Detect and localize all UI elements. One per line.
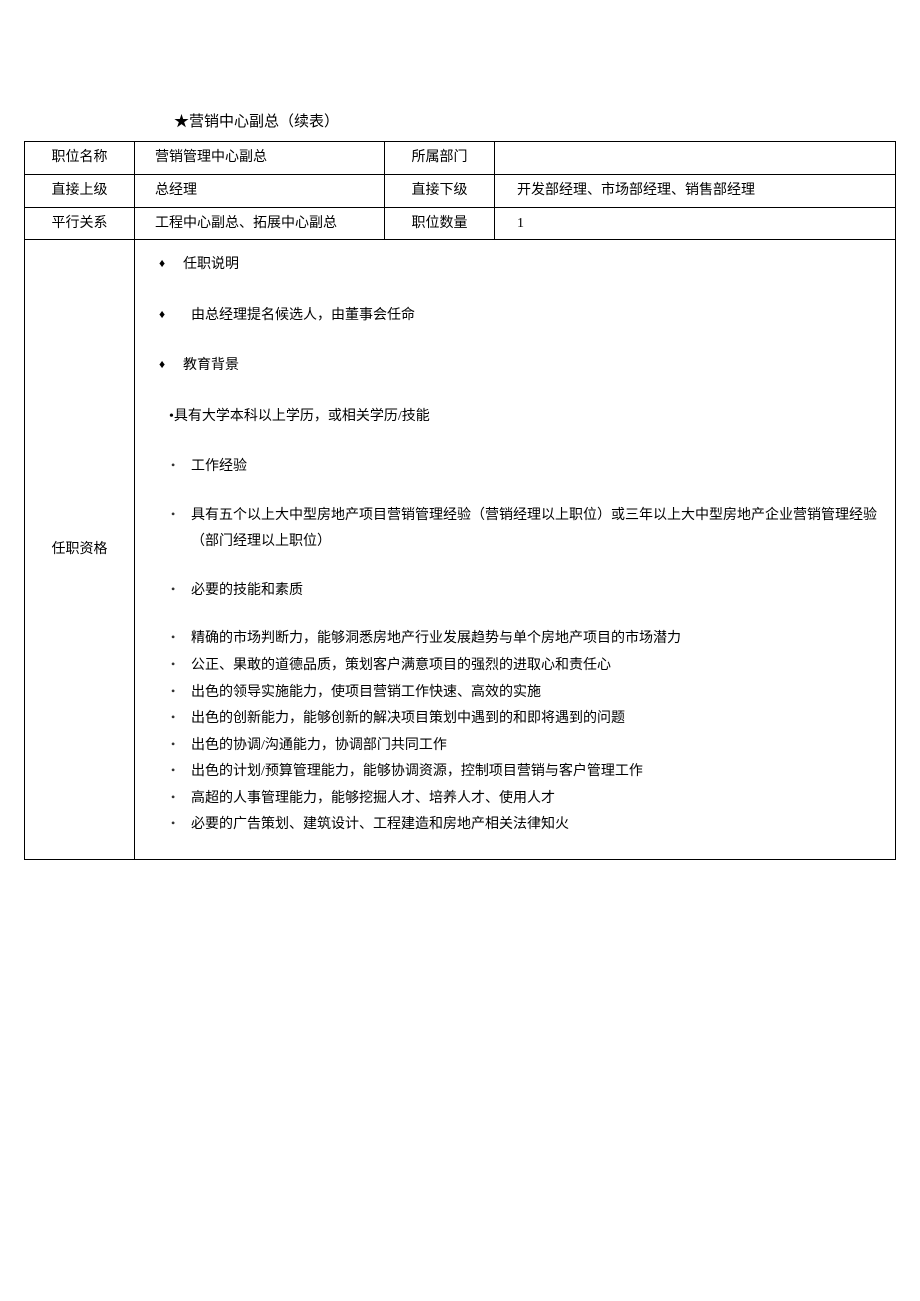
label-position-name: 职位名称 — [25, 142, 135, 175]
list-item: 必要的技能和素质 — [149, 578, 885, 605]
page-title: ★营销中心副总（续表） — [174, 110, 896, 131]
table-row: 任职资格 任职说明 由总经理提名候选人，由董事会任命 教育背景 •具有大学本科以… — [25, 240, 896, 860]
label-supervisor: 直接上级 — [25, 174, 135, 207]
table-row: 直接上级 总经理 直接下级 开发部经理、市场部经理、销售部经理 — [25, 174, 896, 207]
list-item: 出色的领导实施能力，使项目营销工作快速、高效的实施 — [149, 680, 885, 707]
list-item: 精确的市场判断力，能够洞悉房地产行业发展趋势与单个房地产项目的市场潜力 — [149, 626, 885, 653]
value-position-name: 营销管理中心副总 — [135, 142, 385, 175]
label-qualifications: 任职资格 — [25, 240, 135, 860]
value-supervisor: 总经理 — [135, 174, 385, 207]
label-department: 所属部门 — [385, 142, 495, 175]
list-item: 公正、果敢的道德品质，策划客户满意项目的强烈的进取心和责任心 — [149, 653, 885, 680]
value-peer: 工程中心副总、拓展中心副总 — [135, 207, 385, 240]
list-item: 任职说明 — [149, 254, 885, 276]
list-item: 工作经验 — [149, 454, 885, 481]
list-item: 出色的创新能力，能够创新的解决项目策划中遇到的和即将遇到的问题 — [149, 706, 885, 733]
label-count: 职位数量 — [385, 207, 495, 240]
list-item: 必要的广告策划、建筑设计、工程建造和房地产相关法律知火 — [149, 812, 885, 839]
value-count: 1 — [495, 207, 896, 240]
job-desc-table: 职位名称 营销管理中心副总 所属部门 直接上级 总经理 直接下级 开发部经理、市… — [24, 141, 896, 860]
list-item: 具有五个以上大中型房地产项目营销管理经验（营销经理以上职位）或三年以上大中型房地… — [149, 503, 885, 556]
value-subordinate: 开发部经理、市场部经理、销售部经理 — [495, 174, 896, 207]
list-item: 由总经理提名候选人，由董事会任命 — [149, 305, 885, 327]
education-line: •具有大学本科以上学历，或相关学历/技能 — [149, 406, 885, 428]
diamond-list: 任职说明 由总经理提名候选人，由董事会任命 教育背景 — [149, 254, 885, 377]
label-peer: 平行关系 — [25, 207, 135, 240]
list-item: 高超的人事管理能力，能够挖掘人才、培养人才、使用人才 — [149, 786, 885, 813]
qualifications-cell: 任职说明 由总经理提名候选人，由董事会任命 教育背景 •具有大学本科以上学历，或… — [135, 240, 896, 860]
table-row: 职位名称 营销管理中心副总 所属部门 — [25, 142, 896, 175]
list-item: 出色的计划/预算管理能力，能够协调资源，控制项目营销与客户管理工作 — [149, 759, 885, 786]
list-item: 教育背景 — [149, 355, 885, 377]
table-row: 平行关系 工程中心副总、拓展中心副总 职位数量 1 — [25, 207, 896, 240]
dot-list: 工作经验 具有五个以上大中型房地产项目营销管理经验（营销经理以上职位）或三年以上… — [149, 454, 885, 839]
list-item: 出色的协调/沟通能力，协调部门共同工作 — [149, 733, 885, 760]
label-subordinate: 直接下级 — [385, 174, 495, 207]
value-department — [495, 142, 896, 175]
